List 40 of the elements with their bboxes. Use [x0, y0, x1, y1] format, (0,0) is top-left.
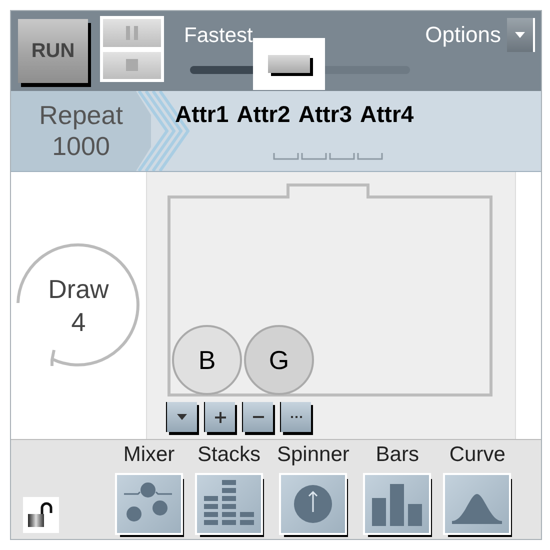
speed-label: Fastest [184, 24, 253, 48]
device-button[interactable] [281, 475, 346, 533]
attribute-label[interactable]: Attr1 [175, 101, 229, 171]
add-button[interactable] [205, 402, 235, 432]
stop-button[interactable] [103, 52, 161, 79]
device-label: Bars [376, 443, 419, 467]
slider-thumb[interactable] [253, 38, 325, 90]
stop-icon [126, 59, 138, 72]
attribute-label[interactable]: Attr2 [236, 101, 290, 171]
ball[interactable]: B [172, 325, 242, 395]
dropdown-button[interactable] [167, 402, 197, 432]
draw-label: Draw [48, 273, 109, 306]
attribute-label[interactable]: Attr4 [360, 101, 414, 171]
caret-icon [177, 414, 187, 420]
device-button[interactable] [365, 475, 430, 533]
device-button[interactable] [197, 475, 261, 533]
options-dropdown[interactable] [507, 18, 535, 52]
unlock-icon [28, 502, 54, 528]
attribute-label[interactable]: Attr3 [298, 101, 352, 171]
options-label: Options [425, 22, 501, 48]
device-label: Mixer [123, 443, 175, 467]
pause-icon [126, 26, 138, 40]
plus-icon [214, 412, 226, 422]
device-button[interactable] [117, 475, 181, 533]
device-label: Spinner [277, 443, 350, 467]
draw-value: 4 [71, 306, 86, 338]
minus-icon [252, 416, 264, 418]
ball[interactable]: G [244, 325, 314, 395]
run-button[interactable]: RUN [18, 19, 88, 83]
pause-button[interactable] [103, 19, 161, 46]
stacks-icon [202, 480, 256, 528]
lock-button[interactable] [23, 497, 59, 533]
more-button[interactable] [281, 402, 311, 432]
device-label: Stacks [197, 443, 261, 467]
caret-icon [515, 32, 525, 38]
remove-button[interactable] [243, 402, 273, 432]
repeat-label: Repeat [39, 100, 123, 131]
device-button[interactable] [445, 475, 510, 533]
device-label: Curve [449, 443, 506, 467]
repeat-value: 1000 [52, 131, 110, 162]
